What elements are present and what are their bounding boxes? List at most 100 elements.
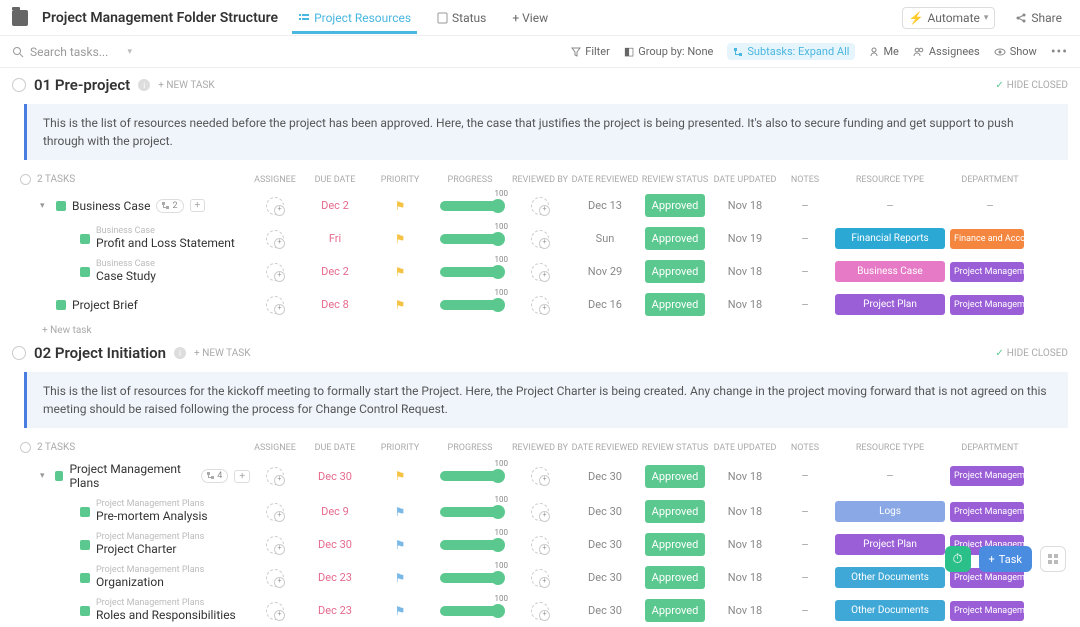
info-icon[interactable]: i [174,347,186,359]
due-date[interactable]: Dec 2 [300,199,370,212]
status-pill[interactable]: Approved [645,599,705,622]
resource-type-tag[interactable]: Project Plan [835,294,945,315]
priority-flag-icon[interactable]: ⚑ [395,538,406,552]
col-assignee[interactable]: ASSIGNEE [250,443,300,453]
progress-bar[interactable]: 100 [440,471,500,481]
new-task-row[interactable]: + New task [12,321,1068,336]
status-square[interactable] [80,540,90,550]
due-date[interactable]: Dec 9 [300,505,370,518]
reviewer-avatar[interactable] [531,467,549,485]
reviewer-avatar[interactable] [531,197,549,215]
status-square[interactable] [80,573,90,583]
expand-icon[interactable]: ▾ [40,471,49,481]
task-row[interactable]: Project Brief Dec 8 ⚑ 100 Dec 16 Approve… [20,288,1068,321]
assignee-avatar[interactable] [266,536,284,554]
assignee-avatar[interactable] [266,602,284,620]
date-reviewed[interactable]: Dec 30 [570,571,640,584]
progress-bar[interactable]: 100 [440,606,500,616]
col-due[interactable]: DUE DATE [300,443,370,453]
department-tag[interactable]: Project Managem [950,295,1024,315]
col-date-reviewed[interactable]: DATE REVIEWED [570,443,640,453]
task-name[interactable]: Project Charter [96,542,204,556]
notes-cell[interactable]: – [780,199,830,213]
col-date-updated[interactable]: DATE UPDATED [710,443,780,453]
status-pill[interactable]: Approved [645,227,705,250]
col-resource-type[interactable]: RESOURCE TYPE [830,175,950,185]
date-reviewed[interactable]: Sun [570,232,640,245]
task-row[interactable]: Project Management Plans Project Charter… [20,528,1068,561]
assignee-avatar[interactable] [266,467,284,485]
add-subtask[interactable]: + [190,199,206,212]
reviewer-avatar[interactable] [531,296,549,314]
col-notes[interactable]: NOTES [780,175,830,185]
resource-type-tag[interactable]: Logs [835,501,945,522]
status-pill[interactable]: Approved [645,293,705,316]
status-square[interactable] [80,507,90,517]
new-task-link[interactable]: + NEW TASK [158,80,214,91]
apps-fab[interactable] [1040,546,1066,572]
col-resource-type[interactable]: RESOURCE TYPE [830,443,950,453]
reviewer-avatar[interactable] [531,569,549,587]
assignee-avatar[interactable] [266,197,284,215]
notes-cell[interactable]: – [780,265,830,279]
department-tag[interactable]: Project Managem [950,502,1024,522]
col-notes[interactable]: NOTES [780,443,830,453]
task-name[interactable]: Organization [96,575,204,589]
col-assignee[interactable]: ASSIGNEE [250,175,300,185]
date-reviewed[interactable]: Nov 29 [570,265,640,278]
priority-flag-icon[interactable]: ⚑ [395,571,406,585]
task-name[interactable]: Pre-mortem Analysis [96,509,208,523]
notes-cell[interactable]: – [780,604,830,618]
hide-closed[interactable]: ✓HIDE CLOSED [995,348,1068,359]
task-name[interactable]: Roles and Responsibilities [96,608,236,622]
due-date[interactable]: Dec 2 [300,265,370,278]
filter-button[interactable]: Filter [571,45,610,58]
search-input[interactable]: Search tasks... ▾ [12,45,132,59]
task-row[interactable]: Project Management Plans Roles and Respo… [20,594,1068,627]
timer-fab[interactable]: ⏱ [945,546,971,572]
task-name[interactable]: Profit and Loss Statement [96,236,235,250]
department-tag[interactable]: Project Managem [950,466,1024,486]
priority-flag-icon[interactable]: ⚑ [395,199,406,213]
task-row[interactable]: Project Management Plans Pre-mortem Anal… [20,495,1068,528]
groupby-button[interactable]: ◧ Group by: None [624,45,714,58]
notes-cell[interactable]: – [780,505,830,519]
notes-cell[interactable]: – [780,571,830,585]
resource-type-tag[interactable]: Other Documents [835,567,945,588]
assignees-button[interactable]: Assignees [913,45,980,58]
new-task-fab[interactable]: + Task [979,546,1032,572]
col-reviewed-by[interactable]: REVIEWED BY [510,175,570,185]
date-reviewed[interactable]: Dec 13 [570,199,640,212]
due-date[interactable]: Fri [300,232,370,245]
task-row[interactable]: ▾ Business Case 2 + Dec 2 ⚑ 100 Dec 13 A… [20,189,1068,222]
status-pill[interactable]: Approved [645,465,705,488]
date-reviewed[interactable]: Dec 30 [570,505,640,518]
task-name[interactable]: Case Study [96,269,156,283]
col-priority[interactable]: PRIORITY [370,175,430,185]
due-date[interactable]: Dec 23 [300,571,370,584]
col-department[interactable]: DEPARTMENT [950,443,1030,453]
date-reviewed[interactable]: Dec 16 [570,298,640,311]
priority-flag-icon[interactable]: ⚑ [395,604,406,618]
task-row[interactable]: ▾ Project Management Plans 4 + Dec 30 ⚑ … [20,457,1068,495]
notes-cell[interactable]: – [780,298,830,312]
status-square[interactable] [56,300,66,310]
priority-flag-icon[interactable]: ⚑ [395,265,406,279]
col-review-status[interactable]: REVIEW STATUS [640,175,710,185]
task-row[interactable]: Project Management Plans Organization De… [20,561,1068,594]
task-name[interactable]: Business Case [72,199,150,213]
add-subtask[interactable]: + [234,470,250,483]
reviewer-avatar[interactable] [531,602,549,620]
subtask-chip[interactable]: 4 [201,469,228,483]
resource-type-tag[interactable]: Financial Reports [835,228,945,249]
progress-bar[interactable]: 100 [440,300,500,310]
col-progress[interactable]: PROGRESS [430,175,510,185]
share-button[interactable]: Share [1009,8,1068,28]
priority-flag-icon[interactable]: ⚑ [395,298,406,312]
task-name[interactable]: Project Management Plans [69,462,195,490]
hide-closed[interactable]: ✓HIDE CLOSED [995,80,1068,91]
new-task-link[interactable]: + NEW TASK [194,348,250,359]
col-reviewed-by[interactable]: REVIEWED BY [510,443,570,453]
col-due[interactable]: DUE DATE [300,175,370,185]
col-review-status[interactable]: REVIEW STATUS [640,443,710,453]
